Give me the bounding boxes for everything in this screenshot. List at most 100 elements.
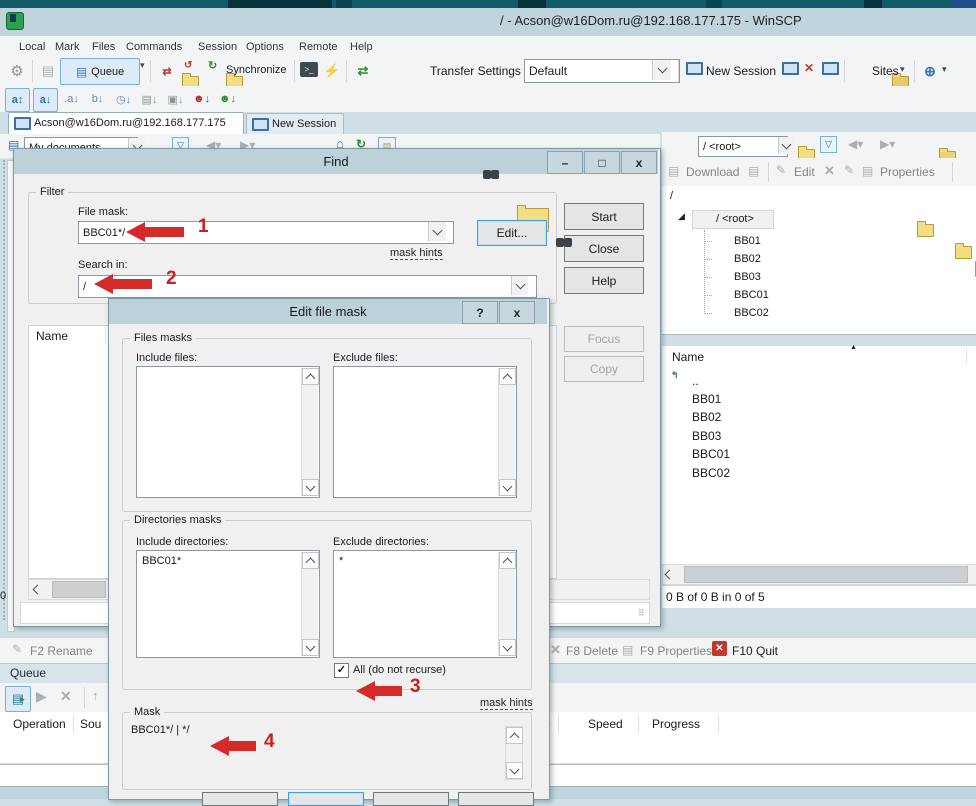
- preferences-gear-icon[interactable]: ⚙: [6, 60, 28, 82]
- edit-pencil-icon[interactable]: ✎: [776, 163, 786, 177]
- start-button[interactable]: Start: [564, 203, 644, 230]
- url-lightning-icon[interactable]: ⚡: [322, 60, 342, 82]
- f2-rename-button[interactable]: F2 Rename: [30, 644, 93, 658]
- file-row[interactable]: BBC02: [692, 466, 730, 480]
- scroll-left-button[interactable]: [666, 569, 673, 581]
- tree-item[interactable]: BBC01: [734, 289, 769, 301]
- exclude-files-scrollbar[interactable]: [498, 368, 515, 496]
- synchronize-label[interactable]: Synchronize: [226, 64, 287, 76]
- globe-icon[interactable]: ⊕: [920, 60, 940, 82]
- remote-list-column-name[interactable]: Name: [672, 350, 704, 364]
- remote-hscroll-thumb[interactable]: [684, 566, 968, 583]
- queue-col-source[interactable]: Sou: [80, 717, 101, 731]
- close-button[interactable]: Close: [564, 235, 644, 262]
- sort-rights-lock-icon[interactable]: ▣↓: [164, 88, 187, 110]
- remote-list-header[interactable]: [662, 346, 976, 367]
- remote-back-icon[interactable]: ◀▾: [848, 137, 863, 151]
- abort-icon[interactable]: ▤: [38, 60, 58, 82]
- find-resize-grip[interactable]: ⠿: [638, 608, 645, 619]
- file-row[interactable]: BB02: [692, 410, 721, 424]
- exclude-files-textarea[interactable]: [333, 366, 517, 498]
- include-directories-textarea[interactable]: BBC01*: [136, 550, 320, 658]
- sites-label[interactable]: Sites: [872, 64, 899, 78]
- menu-options[interactable]: Options: [240, 39, 290, 55]
- split-panels-icon[interactable]: ⇄: [156, 60, 178, 82]
- queue-button[interactable]: ▤ Queue: [60, 58, 140, 85]
- include-files-scrollbar[interactable]: [301, 368, 318, 496]
- sort-extension-icon[interactable]: .a↓: [60, 88, 83, 110]
- find-scroll-left-button[interactable]: [34, 584, 41, 596]
- refresh-panel-icon[interactable]: ⇄: [352, 60, 374, 82]
- tree-root-label[interactable]: / <root>: [716, 213, 754, 225]
- remote-path-bar[interactable]: [662, 186, 976, 209]
- tree-item[interactable]: BB03: [734, 271, 761, 283]
- sort-owner-icon[interactable]: ☻↓: [190, 88, 213, 110]
- include-files-textarea[interactable]: [136, 366, 320, 498]
- find-hscroll-thumb[interactable]: [52, 581, 106, 598]
- focus-button[interactable]: Focus: [564, 326, 644, 352]
- sessions-icon[interactable]: [822, 62, 839, 75]
- properties-doc-icon[interactable]: ▤: [862, 164, 873, 178]
- mask-hints-link[interactable]: mask hints: [390, 247, 443, 260]
- find-maximize-button[interactable]: □: [584, 151, 620, 174]
- title-bar[interactable]: [0, 8, 976, 36]
- queue-col-speed[interactable]: Speed: [588, 717, 623, 731]
- sort-name-both-icon[interactable]: a↕: [5, 88, 30, 112]
- edit-mask-hints-link[interactable]: mask hints: [480, 697, 533, 710]
- rename-icon[interactable]: ✎: [844, 163, 854, 177]
- file-row[interactable]: ..: [692, 374, 699, 388]
- remote-forward-icon[interactable]: ▶▾: [880, 137, 895, 151]
- menu-files[interactable]: Files: [86, 39, 121, 55]
- queue-show-icon[interactable]: ▤: [5, 686, 31, 712]
- menu-commands[interactable]: Commands: [120, 39, 188, 55]
- sort-type-page-icon[interactable]: ▤↓: [138, 88, 161, 110]
- download-options-icon[interactable]: ▤: [748, 164, 759, 178]
- menu-remote[interactable]: Remote: [293, 39, 344, 55]
- properties-label[interactable]: Properties: [880, 165, 935, 179]
- globe-caret[interactable]: ▾: [942, 64, 947, 75]
- edit-mask-bottom-button-4[interactable]: [458, 792, 534, 806]
- download-icon[interactable]: ▤: [668, 164, 679, 178]
- edit-mask-button[interactable]: Edit...: [477, 220, 547, 246]
- edit-mask-help-button[interactable]: ?: [462, 301, 498, 324]
- f8-delete-button[interactable]: F8 Delete: [566, 644, 618, 658]
- delete-x-icon[interactable]: ✕: [824, 163, 835, 179]
- include-directories-scrollbar[interactable]: [301, 552, 318, 656]
- find-minimize-button[interactable]: –: [547, 151, 583, 174]
- f9-properties-button[interactable]: F9 Properties: [640, 644, 712, 658]
- tree-item[interactable]: BB01: [734, 235, 761, 247]
- duplicate-session-icon[interactable]: [782, 62, 799, 75]
- all-do-not-recurse-label[interactable]: All (do not recurse): [353, 664, 446, 676]
- find-results-column-name[interactable]: Name: [36, 329, 68, 343]
- transfer-settings-combo-arrow[interactable]: [652, 60, 671, 80]
- edit-mask-bottom-button-1[interactable]: [202, 792, 278, 806]
- copy-button[interactable]: Copy: [564, 356, 644, 382]
- new-session-label[interactable]: New Session: [706, 64, 776, 78]
- mask-scrollbar[interactable]: [505, 726, 523, 780]
- console-icon[interactable]: >_: [300, 62, 318, 77]
- menu-help[interactable]: Help: [344, 39, 379, 55]
- menu-mark[interactable]: Mark: [49, 39, 85, 55]
- sort-size-icon[interactable]: b↓: [86, 88, 109, 110]
- queue-delete-icon[interactable]: ✕: [60, 688, 72, 705]
- queue-col-progress[interactable]: Progress: [652, 717, 700, 731]
- remote-path-combo[interactable]: / <root>: [698, 136, 788, 157]
- new-session-icon[interactable]: [686, 62, 703, 75]
- file-row[interactable]: BB01: [692, 392, 721, 406]
- sort-time-clock-icon[interactable]: ◷↓: [112, 88, 135, 110]
- tree-item[interactable]: BBC02: [734, 307, 769, 319]
- download-label[interactable]: Download: [686, 165, 739, 179]
- edit-mask-ok-button[interactable]: [288, 792, 364, 806]
- queue-play-icon[interactable]: ▶: [36, 688, 47, 705]
- search-in-combo-arrow[interactable]: [511, 276, 528, 295]
- f10-quit-button[interactable]: F10 Quit: [732, 644, 778, 658]
- help-button[interactable]: Help: [564, 267, 644, 294]
- close-session-icon[interactable]: ✕: [804, 61, 814, 75]
- file-row[interactable]: BB03: [692, 429, 721, 443]
- file-mask-combo-arrow[interactable]: [428, 222, 446, 241]
- edit-mask-bottom-button-3[interactable]: [373, 792, 449, 806]
- queue-col-operation[interactable]: Operation: [13, 717, 66, 731]
- edit-label[interactable]: Edit: [794, 165, 815, 179]
- queue-dropdown-caret[interactable]: ▾: [140, 60, 145, 71]
- exclude-directories-scrollbar[interactable]: [498, 552, 515, 656]
